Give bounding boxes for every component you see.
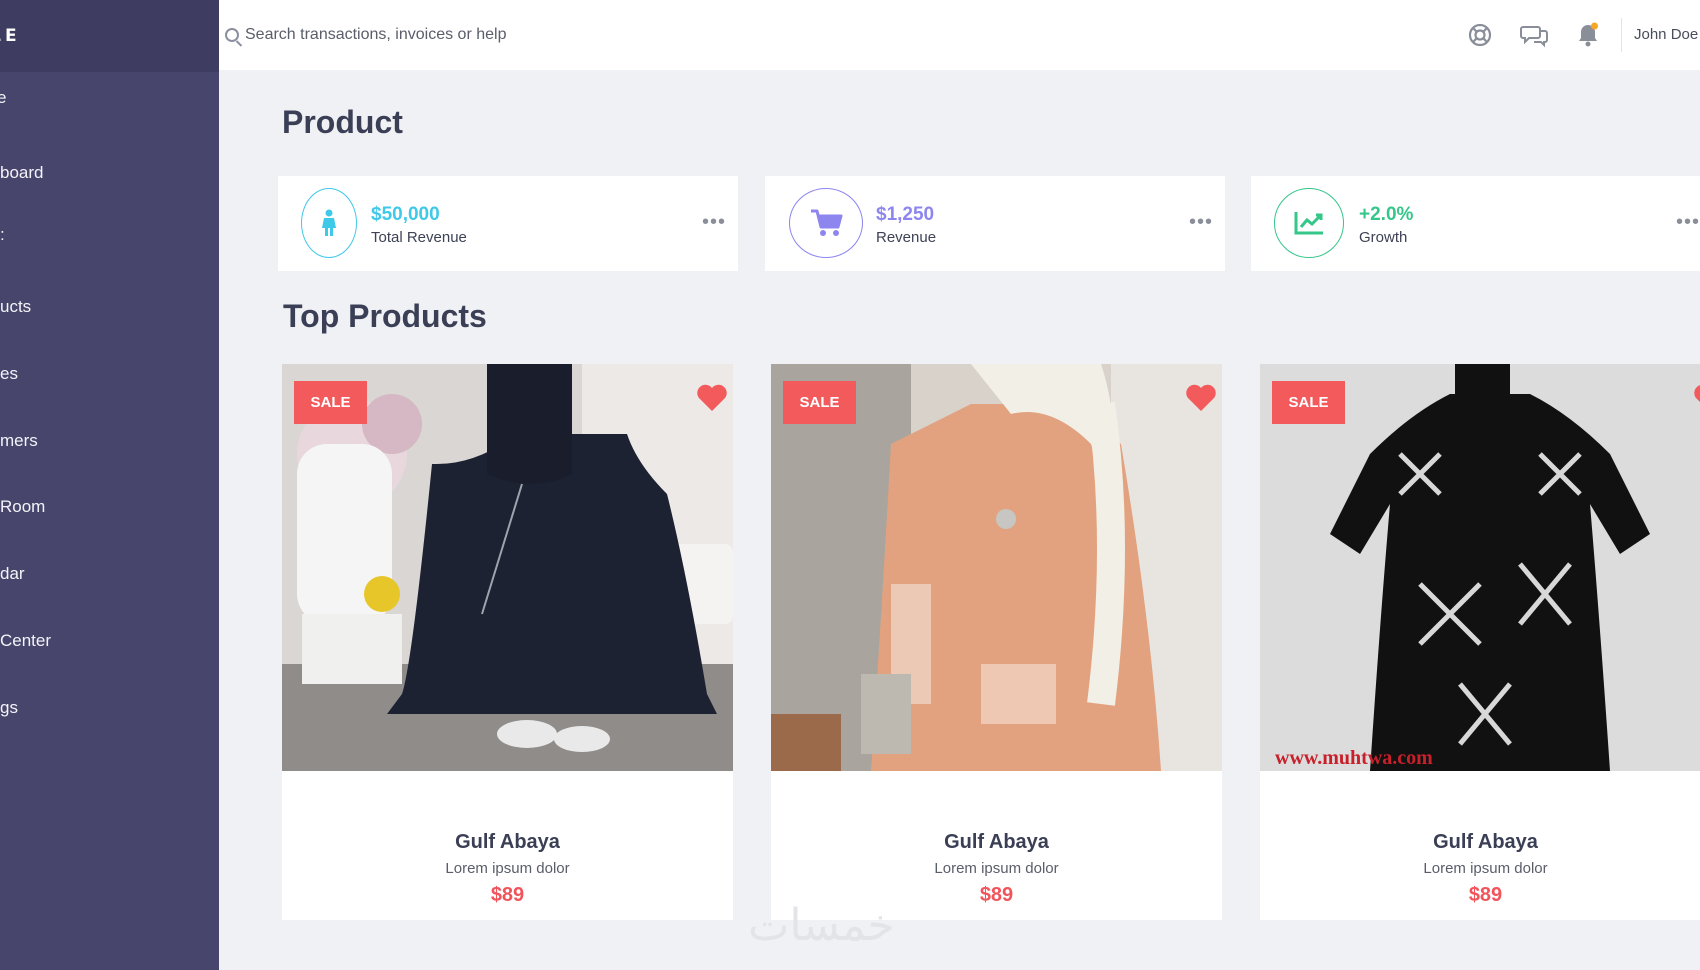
product-description: Lorem ipsum dolor [445,860,570,877]
sidebar: ABLE e board : ucts es mers Room dar Cen… [0,0,219,970]
product-name[interactable]: Gulf Abaya [771,831,1222,854]
sidebar-item-3[interactable]: : [0,225,5,245]
brand-name: ABLE [0,26,21,46]
sidebar-item-sales[interactable]: es [0,364,18,384]
sidebar-item-home[interactable]: e [0,88,6,108]
user-name[interactable]: John Doe [1634,26,1698,43]
stat-value: +2.0% [1359,204,1414,225]
product-image[interactable]: SALE [282,364,733,771]
sidebar-item-label: gs [0,698,18,717]
product-name[interactable]: Gulf Abaya [282,831,733,854]
product-card[interactable]: SALE Gulf Abaya Lorem ipsum dolor $89 [282,364,733,920]
sidebar-item-label: : [0,225,5,244]
heart-icon[interactable] [1692,383,1700,413]
sale-badge: SALE [294,381,367,424]
sidebar-item-label: e [0,88,7,107]
image-caption: www.muhtwa.com [1275,747,1433,769]
product-price: $89 [1468,884,1503,906]
person-icon [301,188,357,258]
sale-badge: SALE [783,381,856,424]
sidebar-item-label: dar [0,564,25,583]
chart-icon [1274,188,1344,258]
sidebar-item-help-center[interactable]: Center [0,631,51,651]
stat-label: Growth [1359,229,1408,246]
sidebar-item-label: Room [0,497,46,516]
product-card[interactable]: www.muhtwa.com SALE Gulf Abaya Lorem ips… [1260,364,1700,920]
sidebar-item-customers[interactable]: mers [0,431,38,451]
stat-label: Total Revenue [371,229,467,246]
sidebar-item-products[interactable]: ucts [0,297,31,317]
bell-icon[interactable] [1575,22,1601,48]
cart-icon [789,188,863,258]
chat-icon[interactable] [1520,22,1550,48]
page-title: Product [282,104,403,140]
product-image[interactable]: www.muhtwa.com SALE [1260,364,1700,771]
divider [1621,18,1622,52]
product-image[interactable]: SALE [771,364,1222,771]
product-price: $89 [490,884,525,906]
product-name[interactable]: Gulf Abaya [1260,831,1700,854]
sidebar-item-chat-room[interactable]: Room [0,497,45,517]
stat-card-total-revenue: $50,000 Total Revenue ••• [278,176,738,271]
sale-badge: SALE [1272,381,1345,424]
sidebar-item-label: board [0,163,44,182]
product-description: Lorem ipsum dolor [1423,860,1548,877]
stat-value: $50,000 [371,204,440,225]
search-icon [225,28,239,42]
stat-card-revenue: $1,250 Revenue ••• [765,176,1225,271]
more-icon[interactable]: ••• [702,212,726,232]
stat-value: $1,250 [876,204,935,225]
sidebar-item-dashboard[interactable]: board [0,163,43,183]
watermark: خمسات [748,900,895,951]
support-icon[interactable] [1467,22,1493,48]
sidebar-item-label: mers [0,431,38,450]
product-description: Lorem ipsum dolor [934,860,1059,877]
brand-logo[interactable]: ABLE [0,0,219,72]
heart-icon[interactable] [695,383,729,413]
stat-label: Revenue [876,229,937,246]
sidebar-item-label: Center [0,631,52,650]
sidebar-item-settings[interactable]: gs [0,698,18,718]
heart-icon[interactable] [1184,383,1218,413]
stat-card-growth: +2.0% Growth ••• [1251,176,1700,271]
section-title: Top Products [283,298,487,334]
more-icon[interactable]: ••• [1676,212,1700,232]
sidebar-item-label: ucts [0,297,32,316]
top-bar: John Doe [219,0,1700,70]
sidebar-item-calendar[interactable]: dar [0,564,25,584]
sidebar-item-label: es [0,364,18,383]
product-card[interactable]: SALE Gulf Abaya Lorem ipsum dolor $89 [771,364,1222,920]
search-input[interactable] [245,22,665,48]
more-icon[interactable]: ••• [1189,212,1213,232]
